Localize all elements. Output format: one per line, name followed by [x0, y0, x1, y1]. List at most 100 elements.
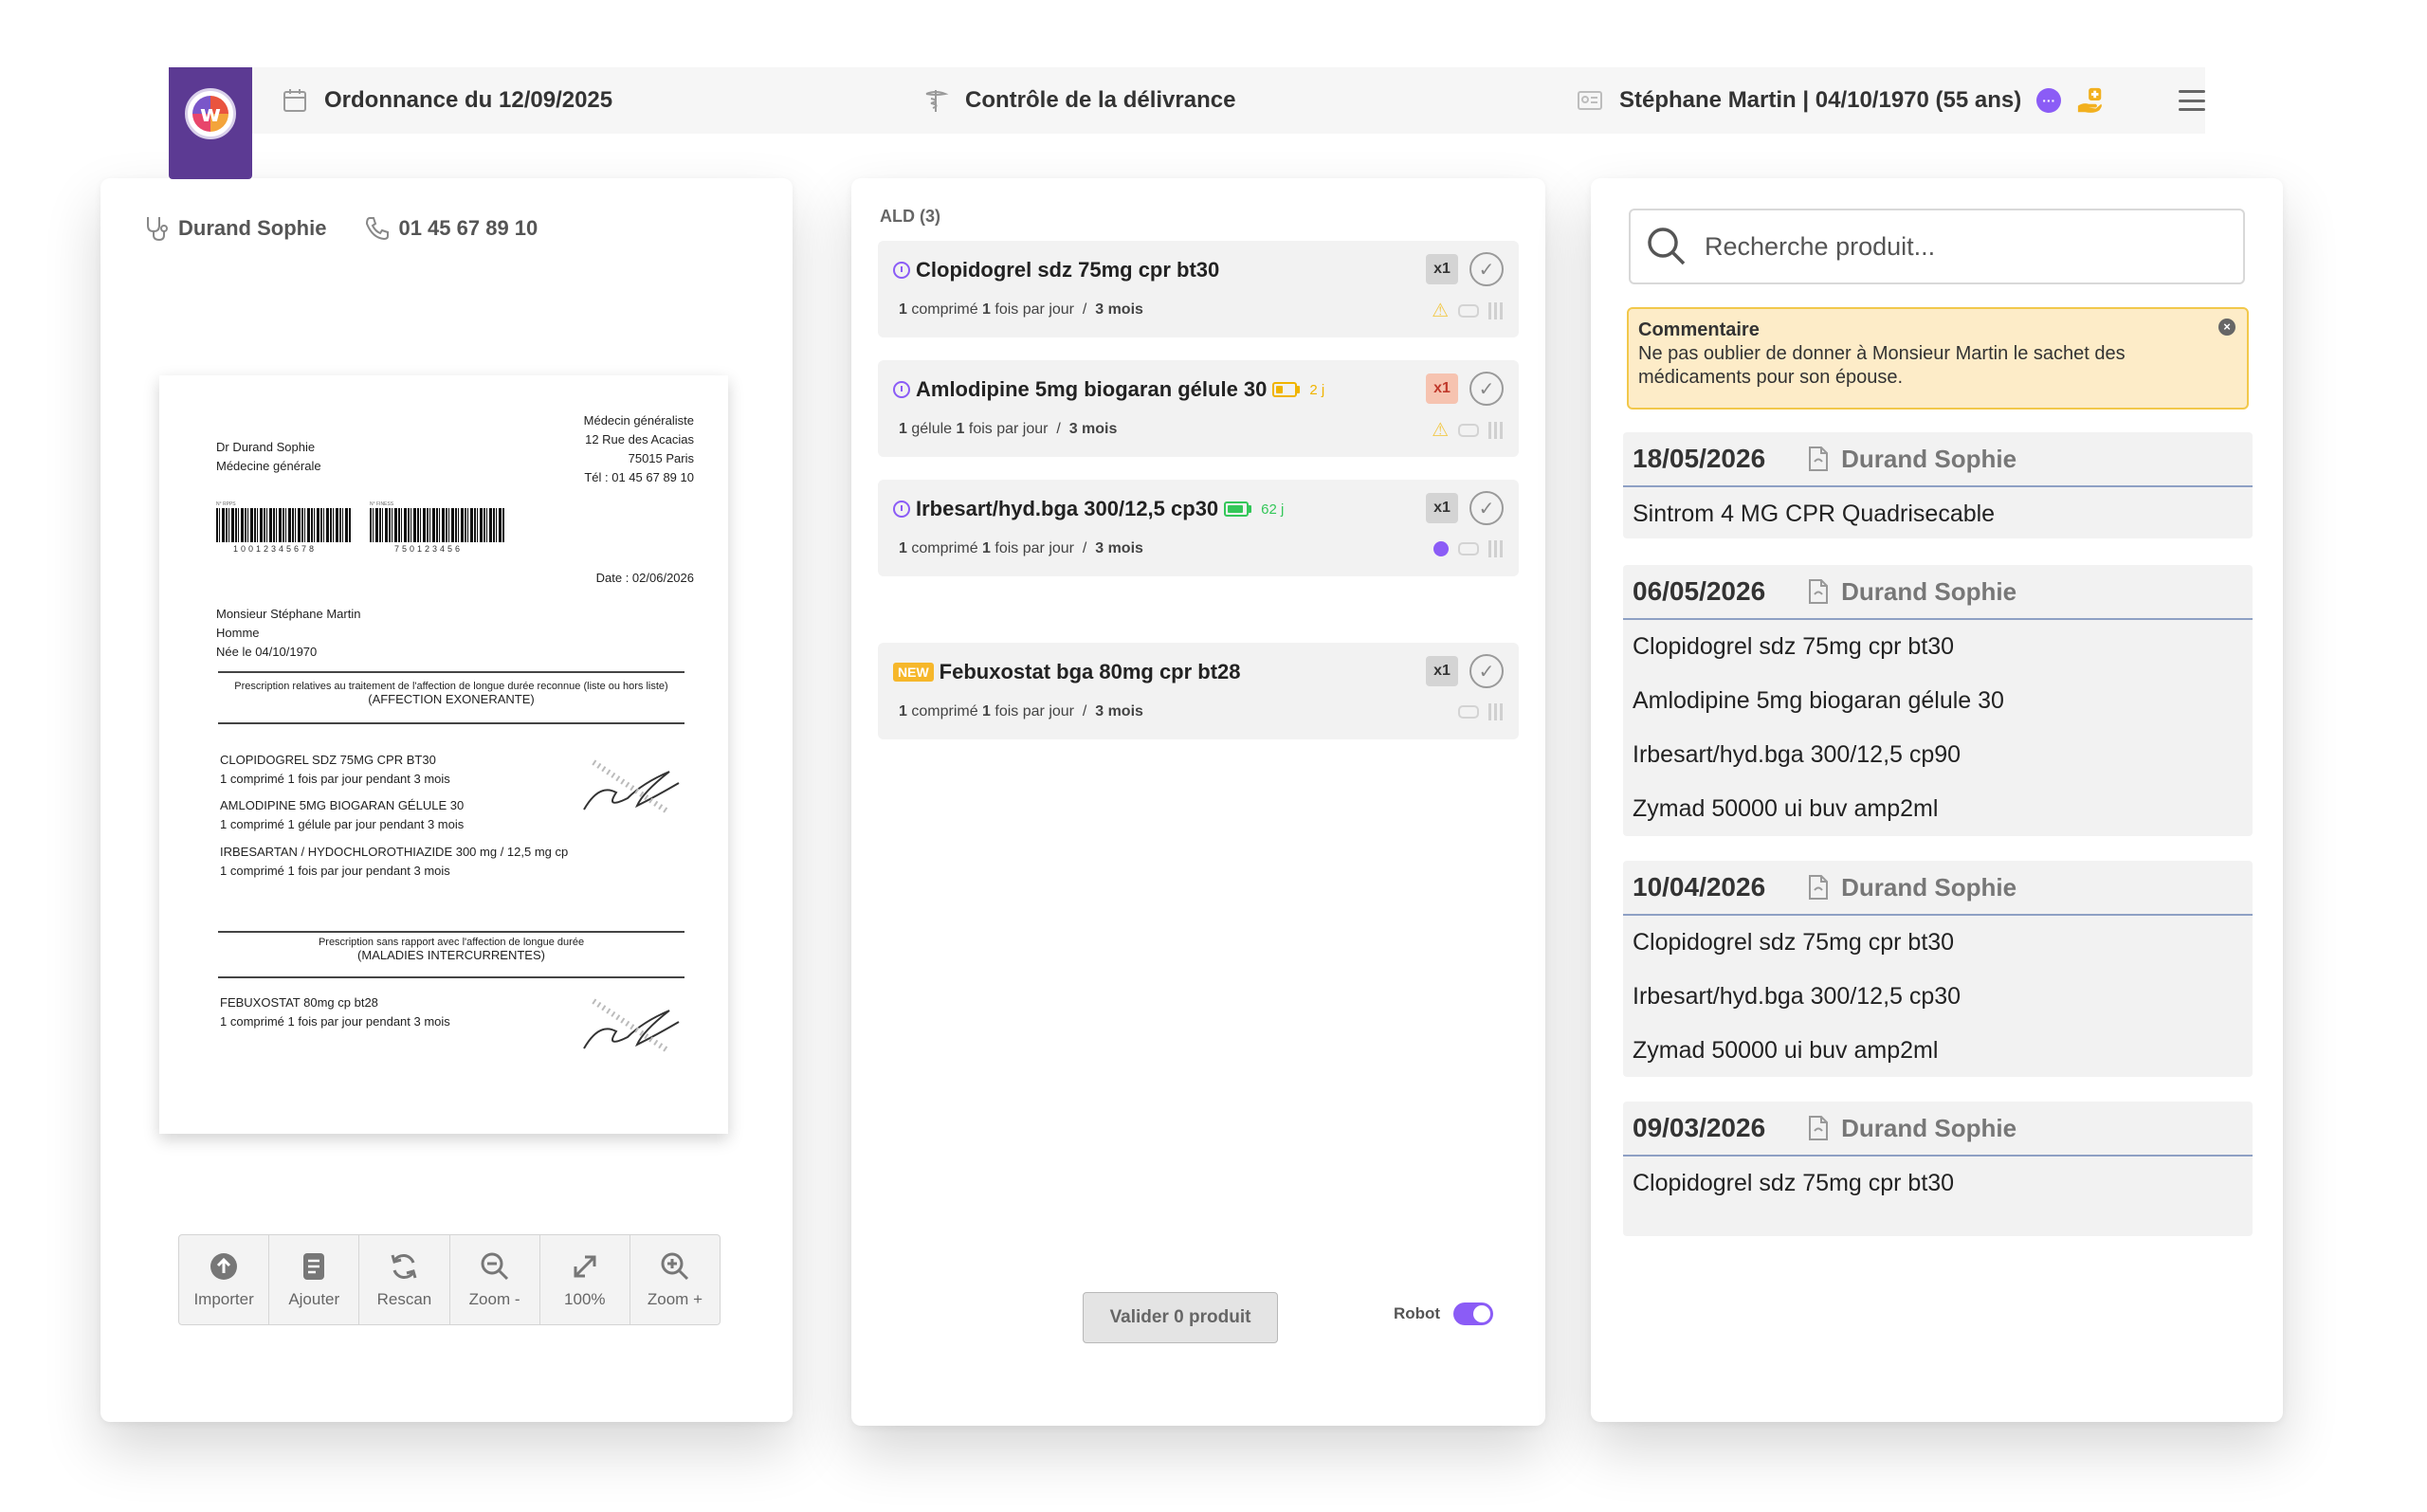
- history-doctor: Durand Sophie: [1807, 1114, 2016, 1143]
- rx-doctor-name: Dr Durand Sophie: [216, 440, 316, 454]
- check-icon[interactable]: ✓: [1469, 654, 1504, 688]
- history-panel: Commentaire Ne pas oublier de donner à M…: [1591, 178, 2283, 1422]
- history-icon: [893, 262, 910, 279]
- add-button[interactable]: Ajouter: [269, 1235, 360, 1324]
- history-card[interactable]: 18/05/2026 Durand Sophie Sintrom 4 MG CP…: [1623, 432, 2253, 538]
- rx-divider: [218, 976, 684, 978]
- quantity-badge[interactable]: x1: [1426, 373, 1458, 404]
- top-bar: Ordonnance du 12/09/2025 Contrôle de la …: [252, 67, 2205, 134]
- document-toolbar: Importer Ajouter Rescan Zoom - 100% Zoom…: [178, 1234, 721, 1325]
- import-label: Importer: [193, 1290, 254, 1308]
- quantity-badge[interactable]: x1: [1426, 656, 1458, 686]
- zoom-in-button[interactable]: Zoom +: [630, 1235, 720, 1324]
- comment-text: Ne pas oublier de donner à Monsieur Mart…: [1638, 343, 2126, 388]
- phone-icon: [366, 217, 390, 241]
- med-card[interactable]: Amlodipine 5mg biogaran gélule 30 2 j 1 …: [878, 360, 1519, 457]
- zoom-level: 100%: [564, 1290, 606, 1308]
- check-icon[interactable]: ✓: [1469, 252, 1504, 286]
- expand-icon: [569, 1250, 601, 1283]
- app-logo-tab[interactable]: w: [169, 67, 252, 179]
- rx-address-block: Médecin généraliste 12 Rue des Acacias 7…: [584, 411, 694, 488]
- history-item: Irbesart/hyd.bga 300/12,5 cp90: [1633, 741, 1962, 768]
- med-card[interactable]: Irbesart/hyd.bga 300/12,5 cp30 62 j 1 co…: [878, 480, 1519, 576]
- medical-hand-icon[interactable]: [2076, 86, 2105, 115]
- history-header: 10/04/2026 Durand Sophie: [1623, 861, 2253, 916]
- med-card[interactable]: NEW Febuxostat bga 80mg cpr bt28 1 compr…: [878, 643, 1519, 739]
- history-header: 18/05/2026 Durand Sophie: [1623, 432, 2253, 487]
- quantity-badge[interactable]: x1: [1426, 254, 1458, 284]
- med-dosage: 1 comprimé 1 fois par jour / 3 mois: [899, 540, 1143, 556]
- calendar-icon: [281, 86, 309, 115]
- search-icon: [1648, 228, 1686, 265]
- rpps-barcode: [216, 508, 351, 542]
- stethoscope-icon: [147, 217, 168, 242]
- med-status-icons: [1458, 703, 1504, 720]
- med-status-icons: [1433, 540, 1504, 557]
- check-icon[interactable]: ✓: [1469, 372, 1504, 406]
- refresh-icon: [388, 1250, 420, 1283]
- hamburger-menu-icon[interactable]: [2179, 90, 2205, 111]
- zoom-in-icon: [659, 1250, 691, 1283]
- comment-title: Commentaire: [1638, 319, 1760, 340]
- zoom-out-button[interactable]: Zoom -: [450, 1235, 540, 1324]
- rx-med: CLOPIDOGREL SDZ 75MG CPR BT30: [220, 753, 436, 767]
- history-doctor: Durand Sophie: [1807, 873, 2016, 902]
- history-item: Zymad 50000 ui buv amp2ml: [1633, 1037, 1939, 1064]
- signature: [583, 759, 680, 814]
- rx-date: Date : 02/06/2026: [595, 571, 694, 585]
- import-button[interactable]: Importer: [179, 1235, 270, 1324]
- prescription-document[interactable]: Dr Durand Sophie Médecine générale Médec…: [159, 375, 728, 1134]
- warning-icon[interactable]: ⚠: [1432, 301, 1449, 320]
- zoom-in-label: Zoom +: [647, 1290, 703, 1308]
- barcode-icon: [1488, 540, 1504, 557]
- med-status-icons: ⚠: [1432, 421, 1504, 440]
- delivery-panel: ALD (3) Clopidogrel sdz 75mg cpr bt30 1 …: [851, 178, 1545, 1426]
- chat-icon[interactable]: ···: [2036, 88, 2062, 113]
- rx-address-line: Tél : 01 45 67 89 10: [584, 470, 694, 485]
- med-card[interactable]: Clopidogrel sdz 75mg cpr bt30 1 comprimé…: [878, 241, 1519, 337]
- caduceus-icon: [922, 86, 950, 115]
- doctor-phone-row[interactable]: 01 45 67 89 10: [364, 215, 538, 242]
- history-card[interactable]: 06/05/2026 Durand Sophie Clopidogrel sdz…: [1623, 565, 2253, 836]
- chat-dot-icon[interactable]: [1433, 541, 1449, 556]
- history-item: Sintrom 4 MG CPR Quadrisecable: [1633, 501, 1996, 527]
- quantity-badge[interactable]: x1: [1426, 493, 1458, 523]
- patient-info[interactable]: Stéphane Martin | 04/10/1970 (55 ans) ··…: [1576, 67, 2105, 134]
- id-card-icon: [1576, 86, 1604, 115]
- app-logo: w: [185, 88, 236, 139]
- rx-med-dose: 1 comprimé 1 fois par jour pendant 3 moi…: [220, 772, 450, 787]
- history-card[interactable]: 10/04/2026 Durand Sophie Clopidogrel sdz…: [1623, 861, 2253, 1077]
- history-icon: [893, 501, 910, 518]
- rx-address-line: Médecin généraliste: [583, 413, 694, 428]
- rx-nonald-caption: Prescription sans rapport avec l'affecti…: [318, 937, 585, 948]
- warning-icon[interactable]: ⚠: [1432, 421, 1449, 440]
- rx-nonald-title: (MALADIES INTERCURRENTES): [357, 948, 545, 962]
- finess-barcode: [370, 508, 504, 542]
- card-icon: [1458, 304, 1479, 318]
- history-item: Irbesart/hyd.bga 300/12,5 cp30: [1633, 983, 1962, 1010]
- doctor-name: Durand Sophie: [178, 216, 327, 240]
- document-icon: [1809, 579, 1829, 604]
- prescription-date[interactable]: Ordonnance du 12/09/2025: [281, 67, 612, 134]
- zoom-out-label: Zoom -: [468, 1290, 520, 1308]
- search-input[interactable]: [1705, 231, 2217, 262]
- zoom-reset-button[interactable]: 100%: [540, 1235, 630, 1324]
- robot-toggle[interactable]: [1453, 1303, 1494, 1325]
- rx-doctor-specialty: Médecine générale: [216, 459, 321, 474]
- history-header: 09/03/2026 Durand Sophie: [1623, 1102, 2253, 1157]
- barcode-caption: N° RPPS: [216, 501, 236, 507]
- comment-box: Commentaire Ne pas oublier de donner à M…: [1627, 307, 2249, 410]
- med-name: Clopidogrel sdz 75mg cpr bt30: [916, 258, 1220, 282]
- rx-divider: [218, 722, 684, 724]
- delivery-control[interactable]: Contrôle de la délivrance: [922, 67, 1235, 134]
- rescan-button[interactable]: Rescan: [359, 1235, 450, 1324]
- close-icon[interactable]: ×: [2218, 319, 2235, 336]
- ald-section-title: ALD (3): [880, 207, 940, 226]
- signature: [583, 998, 680, 1053]
- validate-button[interactable]: Valider 0 produit: [1083, 1292, 1278, 1343]
- history-date: 10/04/2026: [1633, 872, 1766, 902]
- history-card[interactable]: 09/03/2026 Durand Sophie Clopidogrel sdz…: [1623, 1102, 2253, 1236]
- check-icon[interactable]: ✓: [1469, 491, 1504, 525]
- rx-divider: [218, 931, 684, 933]
- finess-number: 750123456: [394, 544, 464, 554]
